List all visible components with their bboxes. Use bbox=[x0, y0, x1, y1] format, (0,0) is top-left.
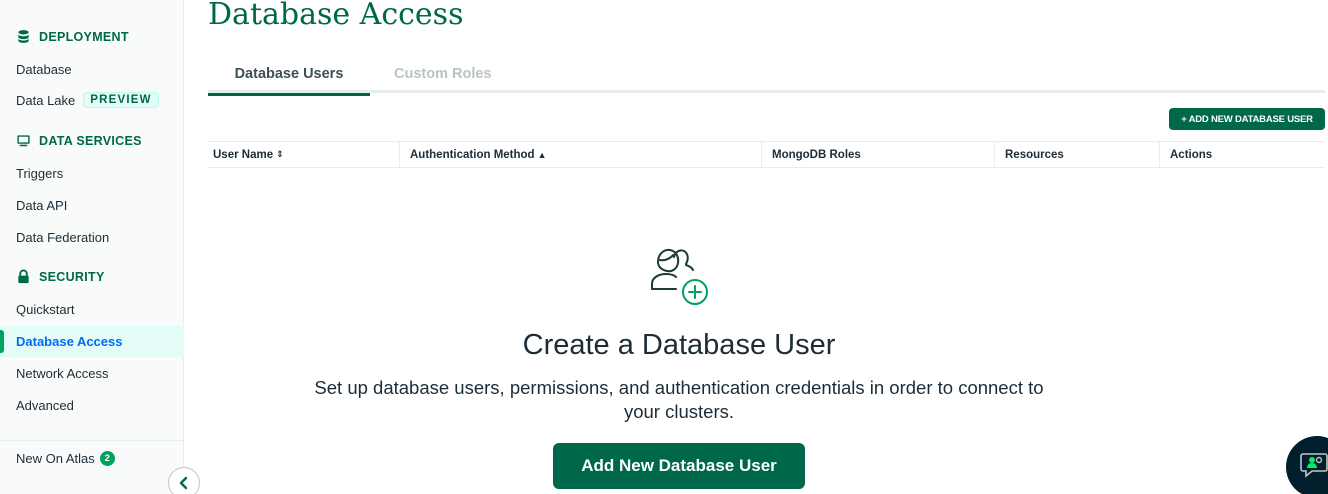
section-security-label: SECURITY bbox=[39, 269, 105, 284]
sidebar-divider bbox=[0, 440, 184, 441]
preview-badge: PREVIEW bbox=[83, 92, 159, 108]
sort-icon: ⇕ bbox=[276, 149, 284, 159]
sidebar-item-label: Data Lake bbox=[16, 92, 76, 108]
section-deployment: DEPLOYMENT bbox=[16, 29, 129, 44]
page-title: Database Access bbox=[208, 0, 464, 32]
collapse-sidebar-button[interactable] bbox=[168, 467, 200, 494]
column-authentication-method[interactable]: Authentication Method ▲ bbox=[399, 142, 547, 167]
column-label: MongoDB Roles bbox=[772, 148, 861, 161]
new-count-badge: 2 bbox=[99, 451, 115, 466]
add-users-icon bbox=[651, 248, 708, 305]
sidebar-item-label: Network Access bbox=[16, 366, 109, 381]
monitor-icon bbox=[17, 135, 30, 147]
sidebar-item-quickstart[interactable]: Quickstart bbox=[16, 302, 75, 317]
empty-state-description: Set up database users, permissions, and … bbox=[314, 377, 1044, 422]
sort-asc-icon: ▲ bbox=[537, 149, 547, 160]
users-table-header: User Name ⇕ Authentication Method ▲ Mong… bbox=[208, 141, 1325, 168]
column-user-name[interactable]: User Name ⇕ bbox=[213, 142, 284, 167]
plus-icon: + bbox=[1181, 113, 1187, 125]
column-mongodb-roles: MongoDB Roles bbox=[761, 142, 861, 167]
lock-icon bbox=[18, 269, 29, 284]
section-data-services: DATA SERVICES bbox=[16, 133, 142, 148]
tab-bar: Database Users Custom Roles bbox=[208, 60, 1325, 96]
column-label: Resources bbox=[1005, 148, 1064, 161]
sidebar-item-label: New On Atlas bbox=[16, 451, 95, 466]
tab-database-users[interactable]: Database Users bbox=[208, 66, 370, 96]
empty-state-title: Create a Database User bbox=[522, 329, 836, 361]
button-label: ADD NEW DATABASE USER bbox=[1188, 113, 1313, 125]
add-new-database-user-button[interactable]: Add New Database User bbox=[553, 443, 805, 489]
sidebar-item-data-federation[interactable]: Data Federation bbox=[16, 230, 109, 245]
sidebar-item-data-api[interactable]: Data API bbox=[16, 198, 67, 213]
sidebar-item-label: Triggers bbox=[16, 166, 64, 181]
column-label: User Name bbox=[213, 148, 274, 161]
chat-support-button[interactable] bbox=[1286, 436, 1328, 494]
chat-icon bbox=[1300, 453, 1328, 478]
sidebar-item-label: Database bbox=[16, 62, 72, 77]
section-security: SECURITY bbox=[16, 269, 105, 284]
sidebar-item-label: Data Federation bbox=[16, 230, 110, 245]
add-new-database-user-button-small[interactable]: + ADD NEW DATABASE USER bbox=[1169, 108, 1325, 130]
sidebar-item-label: Quickstart bbox=[16, 302, 75, 317]
sidebar-item-network-access[interactable]: Network Access bbox=[16, 366, 108, 381]
chevron-left-icon bbox=[179, 476, 188, 490]
column-label: Authentication Method bbox=[410, 148, 535, 161]
sidebar: DEPLOYMENT Database Data Lake PREVIEW DA… bbox=[0, 0, 184, 494]
sidebar-item-new-on-atlas[interactable]: New On Atlas 2 bbox=[16, 451, 115, 466]
sidebar-item-database[interactable]: Database bbox=[16, 62, 72, 77]
sidebar-item-advanced[interactable]: Advanced bbox=[16, 398, 74, 413]
section-deployment-label: DEPLOYMENT bbox=[39, 29, 129, 44]
column-actions: Actions bbox=[1159, 142, 1212, 167]
sidebar-item-label: Advanced bbox=[16, 398, 74, 413]
tab-custom-roles[interactable]: Custom Roles bbox=[394, 66, 492, 82]
column-label: Actions bbox=[1170, 148, 1213, 161]
sidebar-item-label: Data API bbox=[16, 198, 68, 213]
database-icon bbox=[18, 30, 29, 43]
section-data-services-label: DATA SERVICES bbox=[39, 133, 142, 148]
sidebar-item-triggers[interactable]: Triggers bbox=[16, 166, 63, 181]
column-resources: Resources bbox=[994, 142, 1064, 167]
sidebar-item-data-lake[interactable]: Data Lake PREVIEW bbox=[16, 92, 159, 108]
